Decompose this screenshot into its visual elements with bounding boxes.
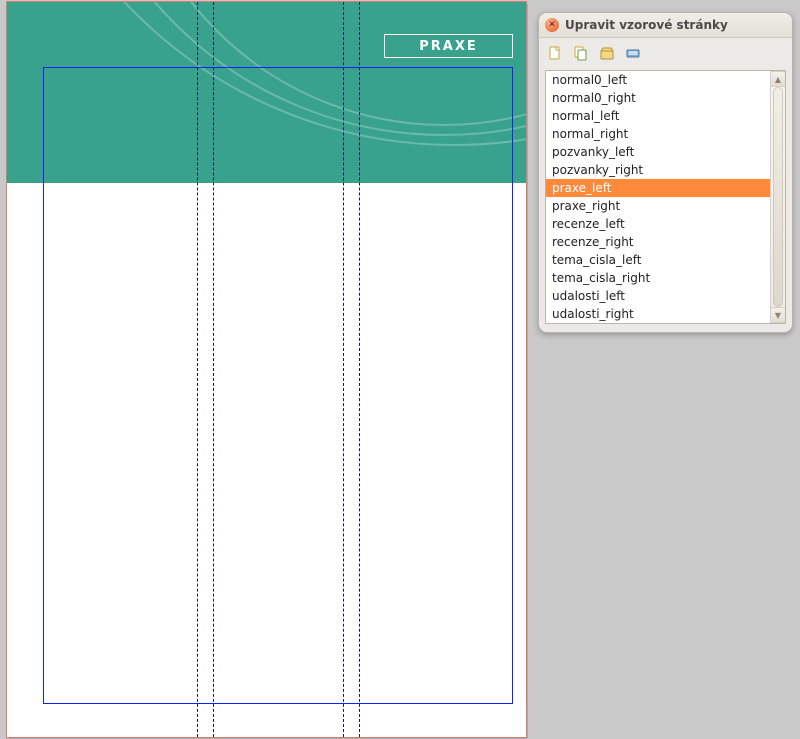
duplicate-master-button[interactable] [569, 42, 593, 64]
list-item[interactable]: pozvanky_left [546, 143, 770, 161]
scroll-down-icon[interactable]: ▼ [771, 307, 785, 323]
close-icon[interactable]: ✕ [545, 18, 559, 32]
list-item[interactable]: recenze_right [546, 233, 770, 251]
list-item[interactable]: pozvanky_right [546, 161, 770, 179]
new-master-icon [547, 45, 563, 61]
list-item[interactable]: normal0_left [546, 71, 770, 89]
dialog-title: Upravit vzorové stránky [565, 18, 728, 32]
list-item[interactable]: tema_cisla_left [546, 251, 770, 269]
master-pages-dialog: ✕ Upravit vzorové stránky [538, 12, 793, 333]
section-label-text: PRAXE [419, 39, 478, 54]
document-page[interactable]: PRAXE [7, 2, 526, 737]
dialog-toolbar [539, 38, 792, 68]
master-list[interactable]: normal0_leftnormal0_rightnormal_leftnorm… [546, 71, 770, 323]
list-item[interactable]: praxe_left [546, 179, 770, 197]
list-item[interactable]: normal_left [546, 107, 770, 125]
list-item[interactable]: normal_right [546, 125, 770, 143]
section-label-box: PRAXE [384, 34, 513, 58]
delete-master-button[interactable] [621, 42, 645, 64]
list-item[interactable]: normal0_right [546, 89, 770, 107]
new-master-button[interactable] [543, 42, 567, 64]
list-item[interactable]: udalosti_right [546, 305, 770, 323]
delete-master-icon [625, 45, 641, 61]
list-item[interactable]: udalosti_left [546, 287, 770, 305]
scroll-thumb[interactable] [773, 87, 783, 307]
list-item[interactable]: tema_cisla_right [546, 269, 770, 287]
scroll-up-icon[interactable]: ▲ [771, 71, 785, 87]
list-item[interactable]: praxe_right [546, 197, 770, 215]
master-list-box: normal0_leftnormal0_rightnormal_leftnorm… [545, 70, 786, 324]
dialog-titlebar[interactable]: ✕ Upravit vzorové stránky [539, 13, 792, 38]
list-item[interactable]: recenze_left [546, 215, 770, 233]
import-master-icon [599, 45, 615, 61]
scrollbar[interactable]: ▲ ▼ [770, 71, 785, 323]
duplicate-master-icon [573, 45, 589, 61]
import-master-button[interactable] [595, 42, 619, 64]
page-header-teal: PRAXE [7, 2, 526, 183]
